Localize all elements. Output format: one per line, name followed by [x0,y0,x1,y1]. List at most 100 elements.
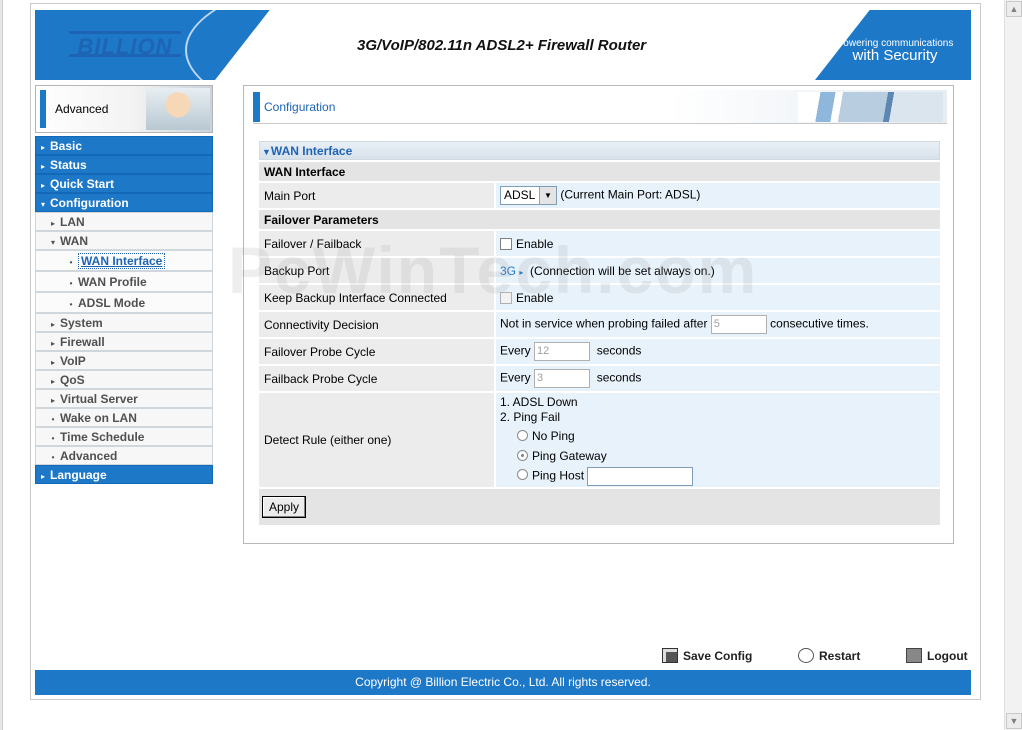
detect-rule-value-cell: 1. ADSL Down 2. Ping Fail No Ping Ping G… [496,391,940,487]
menu-label: WAN Interface [78,253,166,269]
menu-label: Firewall [60,335,105,349]
apply-button[interactable]: Apply [262,496,307,518]
save-config-link[interactable]: Save Config [662,648,752,663]
logout-link[interactable]: Logout [906,648,968,663]
scroll-up-icon[interactable]: ▲ [1006,1,1022,17]
billion-logo: BILLION [69,31,181,59]
accent-bar [253,92,260,122]
ping-gateway-label: Ping Gateway [532,448,607,463]
ping-host-label: Ping Host [532,468,585,483]
option-ping-host[interactable]: Ping Host [500,466,937,486]
option-no-ping[interactable]: No Ping [500,429,937,444]
copyright-text: Copyright @ Billion Electric Co., Ltd. A… [355,675,651,689]
rule-adsl-down: 1. ADSL Down [500,394,578,409]
keep-backup-value-cell: Enable [496,283,940,310]
panel-header: Configuration [253,90,947,124]
connectivity-label: Connectivity Decision [259,310,496,337]
apply-cell: Apply [259,487,940,525]
backup-port-value: 3G [500,263,517,278]
sidebar-item-wan[interactable]: ▾ WAN [35,231,213,250]
sidebar-item-configuration[interactable]: ▾ Configuration [35,193,213,212]
woman-photo [146,88,210,130]
menu-label: Configuration [50,196,129,210]
logout-icon [906,648,922,663]
backup-port-value-cell: 3G ▸ (Connection will be set always on.) [496,256,940,283]
sidebar-item-qos[interactable]: ▸ QoS [35,370,213,389]
sidebar-item-lan[interactable]: ▸ LAN [35,212,213,231]
connectivity-value-cell: Not in service when probing failed after… [496,310,940,337]
restart-icon [798,648,814,663]
failback-probe-prefix: Every [500,370,531,385]
menu-label: VoIP [60,354,86,368]
group-title: WAN Interface [259,160,940,181]
restart-label: Restart [819,649,861,663]
form-table: WAN Interface Main Port ADSL ▼ (Current M… [259,160,940,525]
restart-link[interactable]: Restart [798,648,860,663]
ping-gateway-radio[interactable] [517,449,528,461]
ping-host-radio[interactable] [517,469,528,481]
bullet-icon: • [69,300,73,309]
tagline: Powering communications with Security [830,38,960,63]
main-port-row: Main Port ADSL ▼ (Current Main Port: ADSL… [259,181,940,208]
sidebar-item-virtual-server[interactable]: ▸ Virtual Server [35,389,213,408]
sidebar-item-system[interactable]: ▸ System [35,313,213,332]
failover-probe-label: Failover Probe Cycle [259,337,496,364]
sidebar-item-wan-profile[interactable]: • WAN Profile [35,271,213,292]
backup-port-link[interactable]: 3G ▸ [500,264,523,278]
detect-rule-row: Detect Rule (either one) 1. ADSL Down 2.… [259,391,940,487]
sidebar-item-language[interactable]: ▸ Language [35,465,213,484]
sidebar-item-firewall[interactable]: ▸ Firewall [35,332,213,351]
menu-label: Wake on LAN [60,411,137,425]
main-port-select[interactable]: ADSL ▼ [500,186,557,205]
menu-label: ADSL Mode [78,296,146,310]
failover-probe-suffix: seconds [596,343,642,358]
sidebar-item-voip[interactable]: ▸ VoIP [35,351,213,370]
menu-label: WAN Profile [78,275,147,289]
advanced-header-box: Advanced [35,85,213,133]
menu-label: Status [50,158,87,172]
sidebar-item-quick-start[interactable]: ▸ Quick Start [35,174,213,193]
sidebar-item-advanced[interactable]: • Advanced [35,446,213,465]
ping-host-input[interactable] [587,466,694,486]
keep-backup-label: Keep Backup Interface Connected [259,283,496,310]
sidebar-item-adsl-mode[interactable]: • ADSL Mode [35,292,213,313]
section-header[interactable]: ▼WAN Interface [259,141,940,160]
main-port-selected: ADSL [504,188,536,202]
apply-row: Apply [259,487,940,525]
main-port-label: Main Port [259,181,496,208]
office-banner-image [798,92,943,122]
scroll-down-icon[interactable]: ▼ [1006,713,1022,729]
failover-enable-checkbox[interactable] [500,237,512,250]
sidebar-item-status[interactable]: ▸ Status [35,155,213,174]
keep-backup-enable-checkbox[interactable] [500,291,512,304]
menu-label: Time Schedule [60,430,145,444]
no-ping-radio[interactable] [517,429,528,441]
sidebar-item-wan-interface[interactable]: • WAN Interface [35,250,213,271]
sidebar-item-wake-on-lan[interactable]: • Wake on LAN [35,408,213,427]
detect-rule-label: Detect Rule (either one) [259,391,496,487]
keep-backup-row: Keep Backup Interface Connected Enable [259,283,940,310]
sidebar-item-basic[interactable]: ▸ Basic [35,136,213,155]
failback-probe-input[interactable]: 3 [534,369,591,388]
failover-probe-input[interactable]: 12 [534,342,591,361]
chevron-down-icon: ▼ [539,187,556,204]
bullet-icon: • [69,279,73,288]
menu-label: QoS [60,373,85,387]
failover-probe-row: Failover Probe Cycle Every 12 seconds [259,337,940,364]
failover-label: Failover / Failback [259,229,496,256]
menu-label: Language [50,468,107,482]
save-config-label: Save Config [683,649,753,663]
accent-bar [40,90,46,128]
option-ping-gateway[interactable]: Ping Gateway [500,449,937,464]
menu-label: System [60,316,103,330]
failback-probe-row: Failback Probe Cycle Every 3 seconds [259,364,940,391]
vertical-scrollbar[interactable]: ▲ ▼ [1004,0,1022,730]
main-port-value-cell: ADSL ▼ (Current Main Port: ADSL) [496,181,940,208]
connectivity-row: Connectivity Decision Not in service whe… [259,310,940,337]
connectivity-times-input[interactable]: 5 [710,315,767,334]
page-title: Configuration [264,100,336,114]
keep-backup-enable-label: Enable [516,290,554,305]
arrow-right-icon: ▸ [519,267,524,277]
sidebar-item-time-schedule[interactable]: • Time Schedule [35,427,213,446]
group-row: Failover Parameters [259,208,940,229]
